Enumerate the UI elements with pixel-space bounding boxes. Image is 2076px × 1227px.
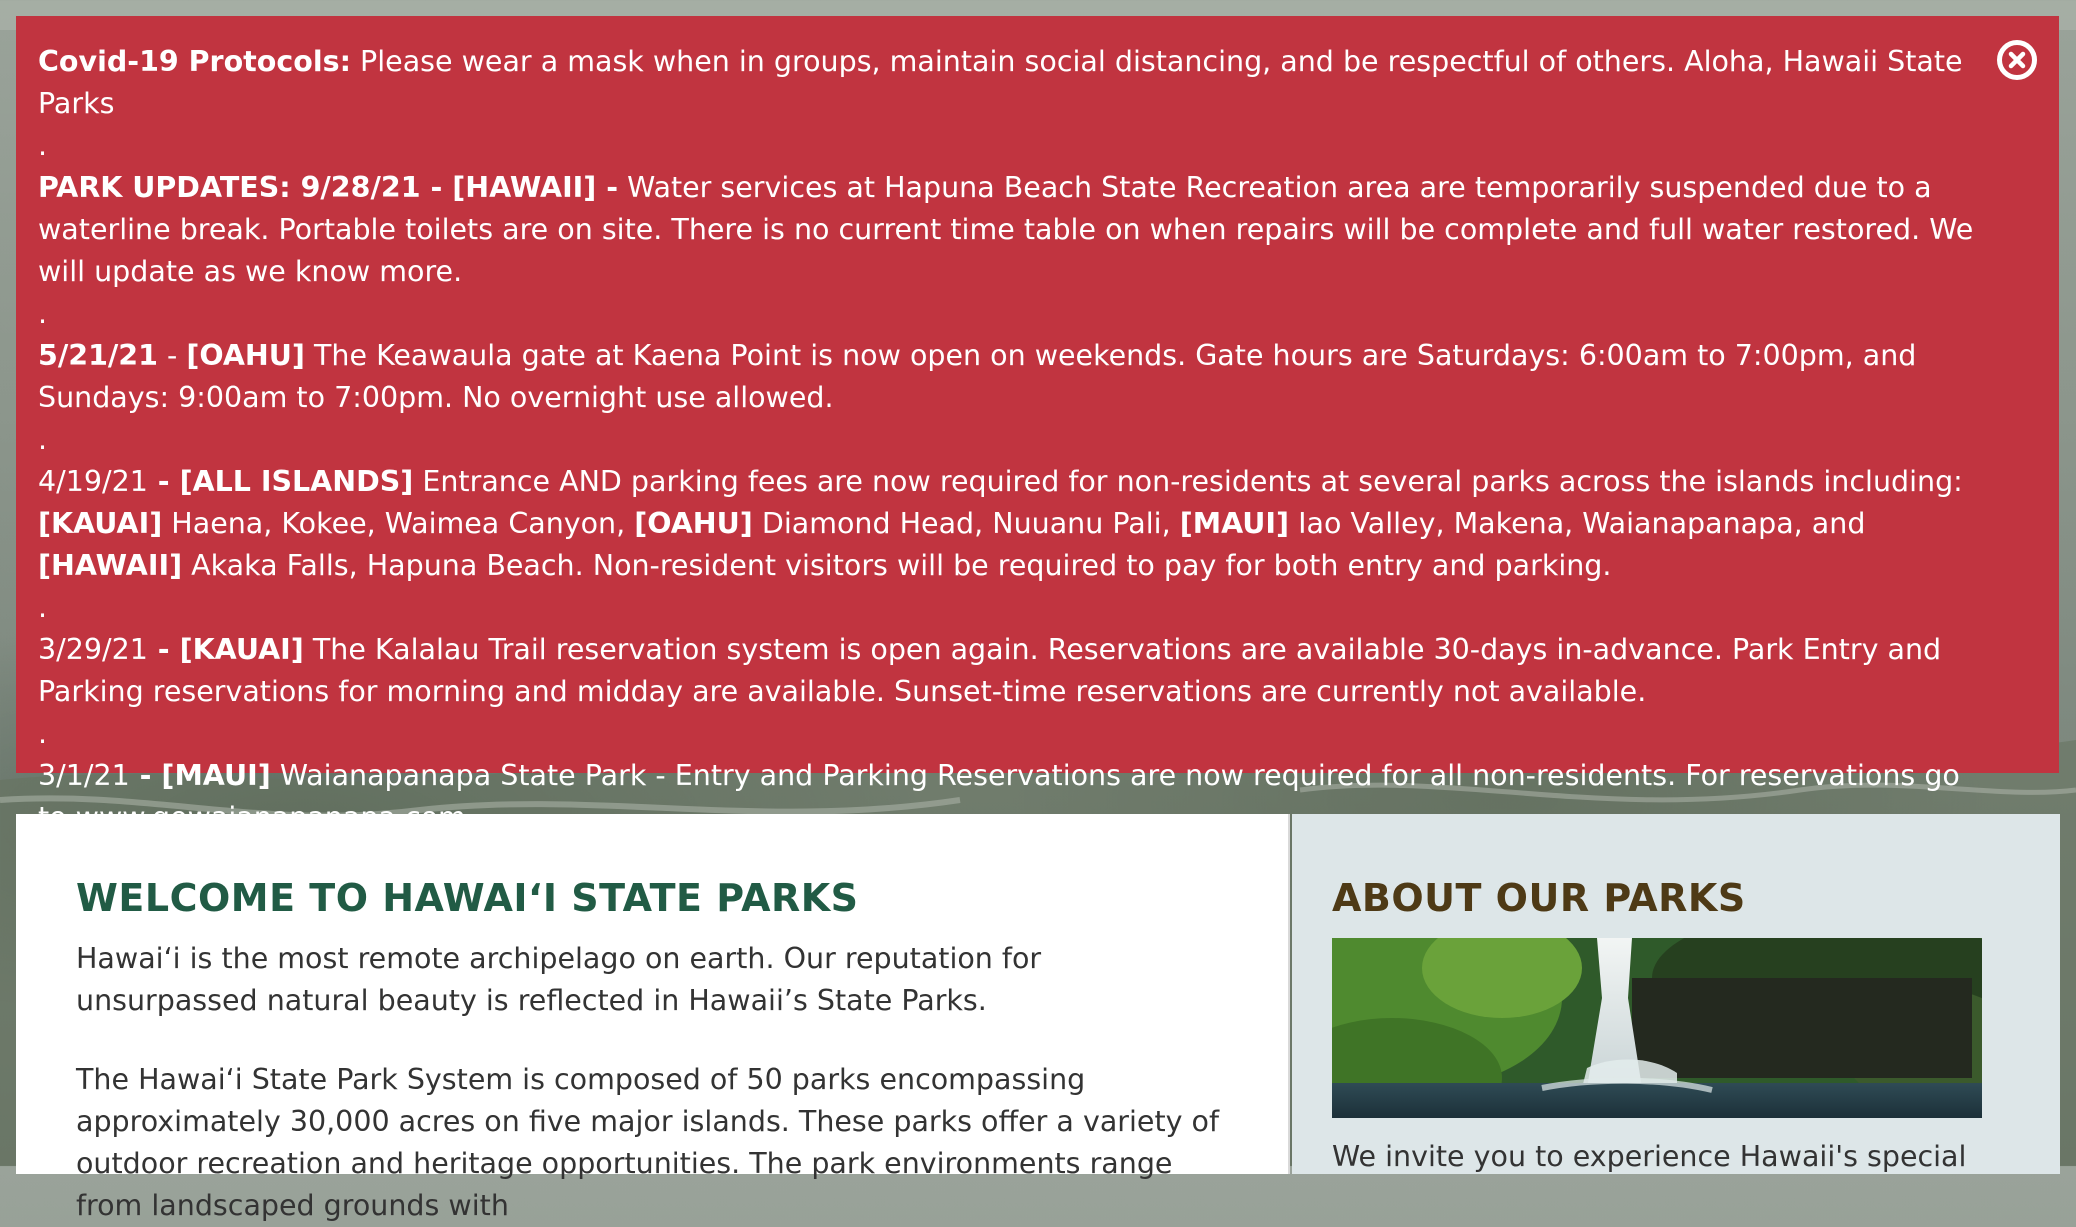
update-text: Entrance AND parking fees are now requir…	[413, 465, 1963, 498]
waterfall-photo[interactable]	[1332, 938, 1982, 1118]
welcome-title: WELCOME TO HAWAIʻI STATE PARKS	[76, 876, 859, 920]
update-text: Haena, Kokee, Waimea Canyon,	[162, 507, 635, 540]
update-all-islands-fees: 4/19/21 - [ALL ISLANDS] Entrance AND par…	[38, 461, 1989, 587]
update-date: 5/21/21	[38, 339, 158, 372]
island-tag: [OAHU]	[186, 339, 305, 372]
island-tag: [HAWAII]	[38, 549, 183, 582]
about-text: We invite you to experience Hawaii's spe…	[1332, 1140, 1967, 1173]
separator: .	[38, 129, 48, 162]
dash: -	[147, 465, 180, 498]
update-date: 3/29/21	[38, 633, 148, 666]
welcome-section: WELCOME TO HAWAIʻI STATE PARKS Hawaiʻi i…	[16, 814, 1290, 1222]
update-oahu-kaena: 5/21/21 - [OAHU] The Keawaula gate at Ka…	[38, 335, 1989, 419]
update-label: PARK UPDATES: 9/28/21 - [HAWAII] -	[38, 171, 619, 204]
update-kauai-kalalau: 3/29/21 - [KAUAI] The Kalalau Trail rese…	[38, 629, 1989, 713]
update-date: 3/1/21	[38, 759, 130, 792]
welcome-paragraph-1: Hawaiʻi is the most remote archipelago o…	[76, 942, 1042, 1017]
about-parks-panel: ABOUT OUR PARKS We invite you to experie…	[1292, 814, 2060, 1174]
update-text: Akaka Falls, Hapuna Beach. Non-resident …	[182, 549, 1612, 582]
separator: .	[38, 717, 48, 750]
park-alert-banner: Covid-19 Protocols: Please wear a mask w…	[16, 16, 2059, 834]
update-hawaii-water: PARK UPDATES: 9/28/21 - [HAWAII] - Water…	[38, 167, 1989, 293]
update-text: The Keawaula gate at Kaena Point is now …	[38, 339, 1917, 414]
separator: .	[38, 423, 48, 456]
welcome-paragraph-2: The Hawaiʻi State Park System is compose…	[76, 1063, 1220, 1222]
covid-label: Covid-19 Protocols:	[38, 45, 351, 78]
covid-notice: Covid-19 Protocols: Please wear a mask w…	[38, 41, 1989, 125]
separator: .	[38, 591, 48, 624]
update-text: Diamond Head, Nuuanu Pali,	[752, 507, 1180, 540]
update-text: The Kalalau Trail reservation system is …	[38, 633, 1942, 708]
dash: -	[147, 633, 180, 666]
island-tag: [OAHU]	[634, 507, 753, 540]
dash: -	[129, 759, 162, 792]
separator: .	[38, 297, 48, 330]
close-alert-button[interactable]	[1997, 40, 2037, 80]
dash: -	[157, 339, 187, 372]
reservation-link[interactable]: www.gowaianapanapa.com	[76, 801, 466, 834]
update-maui-waianapanapa: 3/1/21 - [MAUI] Waianapanapa State Park …	[38, 755, 1989, 839]
update-date: 4/19/21	[38, 465, 148, 498]
island-tag: [ALL ISLANDS]	[179, 465, 414, 498]
island-tag: [KAUAI]	[179, 633, 304, 666]
island-tag: [KAUAI]	[38, 507, 163, 540]
about-title: ABOUT OUR PARKS	[1332, 876, 1746, 920]
close-icon	[2008, 51, 2026, 69]
island-tag: [MAUI]	[1179, 507, 1290, 540]
update-text: Iao Valley, Makena, Waianapanapa, and	[1289, 507, 1866, 540]
island-tag: [MAUI]	[161, 759, 271, 792]
